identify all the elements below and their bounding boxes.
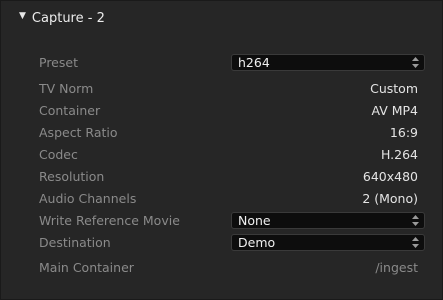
main-container-value: /ingest: [375, 260, 418, 275]
destination-select[interactable]: Demo: [231, 234, 425, 251]
audio-channels-label: Audio Channels: [39, 191, 137, 206]
up-down-arrows-icon: [412, 57, 419, 68]
write-reference-movie-select-value: None: [238, 213, 271, 228]
row-destination: Destination Demo: [1, 233, 443, 253]
section-title: Capture - 2: [31, 10, 105, 26]
aspect-ratio-value: 16:9: [389, 125, 418, 140]
destination-select-value: Demo: [238, 235, 276, 250]
destination-label: Destination: [39, 235, 111, 250]
preset-select-value: h264: [238, 55, 270, 70]
resolution-value: 640x480: [362, 169, 418, 184]
row-codec: Codec H.264: [1, 145, 443, 165]
row-tv-norm: TV Norm Custom: [1, 79, 443, 99]
resolution-label: Resolution: [39, 169, 105, 184]
row-write-reference-movie: Write Reference Movie None: [1, 211, 443, 231]
aspect-ratio-label: Aspect Ratio: [39, 125, 118, 140]
section-header[interactable]: ▼ Capture - 2: [1, 1, 443, 35]
row-resolution: Resolution 640x480: [1, 167, 443, 187]
write-reference-movie-select[interactable]: None: [231, 212, 425, 229]
codec-value: H.264: [380, 147, 418, 162]
main-container-label: Main Container: [39, 260, 134, 275]
row-audio-channels: Audio Channels 2 (Mono): [1, 189, 443, 209]
codec-label: Codec: [39, 147, 78, 162]
row-container: Container AV MP4: [1, 101, 443, 121]
capture-panel: ▼ Capture - 2 Preset h264 TV Norm Custom…: [0, 0, 443, 300]
tv-norm-value: Custom: [370, 81, 418, 96]
up-down-arrows-icon: [412, 215, 419, 226]
preset-label: Preset: [39, 55, 78, 70]
preset-select[interactable]: h264: [231, 54, 425, 71]
disclosure-triangle-icon[interactable]: ▼: [19, 11, 26, 21]
row-aspect-ratio: Aspect Ratio 16:9: [1, 123, 443, 143]
container-label: Container: [39, 103, 101, 118]
row-preset: Preset h264: [1, 53, 443, 73]
container-value: AV MP4: [371, 103, 418, 118]
up-down-arrows-icon: [412, 237, 419, 248]
audio-channels-value: 2 (Mono): [362, 191, 418, 206]
write-reference-movie-label: Write Reference Movie: [39, 213, 180, 228]
row-main-container: Main Container /ingest: [1, 258, 443, 278]
tv-norm-label: TV Norm: [39, 81, 94, 96]
